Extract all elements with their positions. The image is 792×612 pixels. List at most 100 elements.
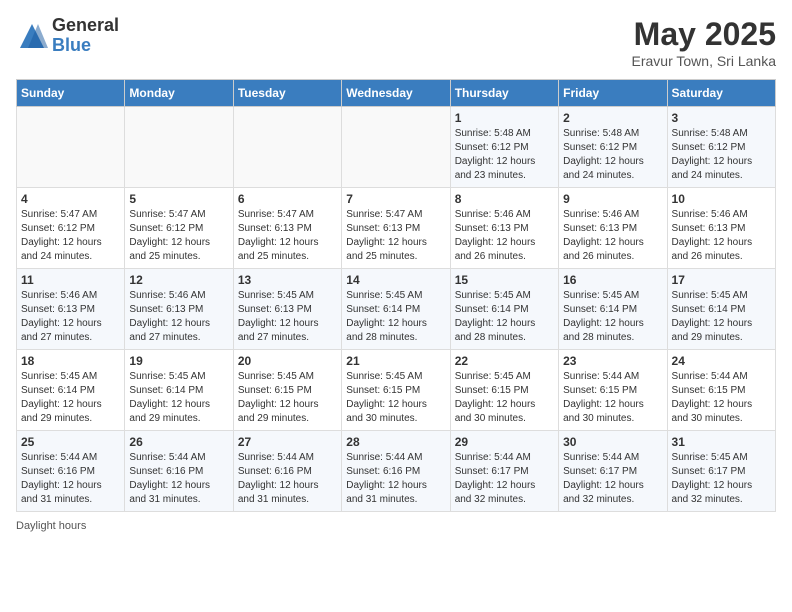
calendar-cell: 1 Sunrise: 5:48 AM Sunset: 6:12 PM Daylig…	[450, 107, 558, 188]
day-number: 17	[672, 273, 771, 287]
calendar-cell: 8 Sunrise: 5:46 AM Sunset: 6:13 PM Daylig…	[450, 188, 558, 269]
calendar-cell: 18Sunrise: 5:45 AM Sunset: 6:14 PM Dayli…	[17, 350, 125, 431]
calendar-cell: 21 Sunrise: 5:45 AM Sunset: 6:15 PM Dayli…	[342, 350, 450, 431]
day-number: 8	[455, 192, 554, 206]
calendar-cell: 14 Sunrise: 5:45 AM Sunset: 6:14 PM Dayli…	[342, 269, 450, 350]
calendar-header: SundayMondayTuesdayWednesdayThursdayFrid…	[17, 80, 776, 107]
day-info: Sunrise: 5:46 AM Sunset: 6:13 PM Dayligh…	[21, 289, 120, 345]
calendar-cell: 24Sunrise: 5:44 AM Sunset: 6:15 PM Dayli…	[667, 350, 775, 431]
day-info: Sunrise: 5:47 AM Sunset: 6:13 PM Dayligh…	[238, 208, 337, 264]
footer-note: Daylight hours	[16, 520, 776, 532]
day-info: Sunrise: 5:45 AM Sunset: 6:14 PM Dayligh…	[455, 289, 554, 345]
day-number: 4	[21, 192, 120, 206]
day-info: Sunrise: 5:45 AM Sunset: 6:17 PM Dayligh…	[672, 451, 771, 507]
day-info: Sunrise: 5:45 AM Sunset: 6:14 PM Dayligh…	[346, 289, 445, 345]
calendar-week-0: 1 Sunrise: 5:48 AM Sunset: 6:12 PM Daylig…	[17, 107, 776, 188]
calendar-cell: 13 Sunrise: 5:45 AM Sunset: 6:13 PM Dayli…	[233, 269, 341, 350]
day-info: Sunrise: 5:46 AM Sunset: 6:13 PM Dayligh…	[455, 208, 554, 264]
month-title: May 2025	[632, 16, 776, 53]
day-info: Sunrise: 5:47 AM Sunset: 6:13 PM Dayligh…	[346, 208, 445, 264]
calendar-cell: 23Sunrise: 5:44 AM Sunset: 6:15 PM Dayli…	[559, 350, 667, 431]
day-info: Sunrise: 5:47 AM Sunset: 6:12 PM Dayligh…	[21, 208, 120, 264]
calendar-cell	[125, 107, 233, 188]
day-number: 2	[563, 111, 662, 125]
day-info: Sunrise: 5:45 AM Sunset: 6:14 PM Dayligh…	[129, 370, 228, 426]
calendar-cell: 16 Sunrise: 5:45 AM Sunset: 6:14 PM Dayli…	[559, 269, 667, 350]
calendar-cell: 22Sunrise: 5:45 AM Sunset: 6:15 PM Dayli…	[450, 350, 558, 431]
day-number: 27	[238, 435, 337, 449]
calendar-cell: 26 Sunrise: 5:44 AM Sunset: 6:16 PM Dayli…	[125, 431, 233, 512]
calendar-cell: 2 Sunrise: 5:48 AM Sunset: 6:12 PM Daylig…	[559, 107, 667, 188]
header-day-wednesday: Wednesday	[342, 80, 450, 107]
calendar-body: 1 Sunrise: 5:48 AM Sunset: 6:12 PM Daylig…	[17, 107, 776, 512]
day-info: Sunrise: 5:48 AM Sunset: 6:12 PM Dayligh…	[563, 127, 662, 183]
header-day-monday: Monday	[125, 80, 233, 107]
location-subtitle: Eravur Town, Sri Lanka	[632, 53, 776, 69]
header-day-tuesday: Tuesday	[233, 80, 341, 107]
calendar-cell	[233, 107, 341, 188]
title-section: May 2025 Eravur Town, Sri Lanka	[632, 16, 776, 69]
calendar-cell: 7Sunrise: 5:47 AM Sunset: 6:13 PM Daylig…	[342, 188, 450, 269]
day-number: 24	[672, 354, 771, 368]
day-number: 25	[21, 435, 120, 449]
calendar-table: SundayMondayTuesdayWednesdayThursdayFrid…	[16, 79, 776, 512]
day-number: 10	[672, 192, 771, 206]
header-day-friday: Friday	[559, 80, 667, 107]
day-info: Sunrise: 5:45 AM Sunset: 6:15 PM Dayligh…	[346, 370, 445, 426]
header-day-thursday: Thursday	[450, 80, 558, 107]
day-info: Sunrise: 5:44 AM Sunset: 6:16 PM Dayligh…	[238, 451, 337, 507]
day-number: 19	[129, 354, 228, 368]
calendar-cell: 17 Sunrise: 5:45 AM Sunset: 6:14 PM Dayli…	[667, 269, 775, 350]
day-info: Sunrise: 5:45 AM Sunset: 6:13 PM Dayligh…	[238, 289, 337, 345]
footer-text: Daylight hours	[16, 520, 86, 532]
day-number: 22	[455, 354, 554, 368]
day-info: Sunrise: 5:46 AM Sunset: 6:13 PM Dayligh…	[563, 208, 662, 264]
logo-general-text: General	[52, 16, 119, 36]
logo-icon	[16, 20, 48, 52]
day-number: 18	[21, 354, 120, 368]
calendar-week-4: 25 Sunrise: 5:44 AM Sunset: 6:16 PM Dayli…	[17, 431, 776, 512]
day-info: Sunrise: 5:46 AM Sunset: 6:13 PM Dayligh…	[672, 208, 771, 264]
day-info: Sunrise: 5:44 AM Sunset: 6:16 PM Dayligh…	[21, 451, 120, 507]
day-number: 5	[129, 192, 228, 206]
calendar-cell: 29Sunrise: 5:44 AM Sunset: 6:17 PM Dayli…	[450, 431, 558, 512]
day-number: 26	[129, 435, 228, 449]
day-number: 20	[238, 354, 337, 368]
day-number: 31	[672, 435, 771, 449]
day-info: Sunrise: 5:44 AM Sunset: 6:16 PM Dayligh…	[129, 451, 228, 507]
calendar-week-2: 11 Sunrise: 5:46 AM Sunset: 6:13 PM Dayli…	[17, 269, 776, 350]
day-info: Sunrise: 5:45 AM Sunset: 6:14 PM Dayligh…	[563, 289, 662, 345]
calendar-cell: 20 Sunrise: 5:45 AM Sunset: 6:15 PM Dayli…	[233, 350, 341, 431]
logo-text: General Blue	[52, 16, 119, 56]
calendar-cell: 3 Sunrise: 5:48 AM Sunset: 6:12 PM Daylig…	[667, 107, 775, 188]
day-number: 23	[563, 354, 662, 368]
page-header: General Blue May 2025 Eravur Town, Sri L…	[16, 16, 776, 69]
calendar-cell: 9 Sunrise: 5:46 AM Sunset: 6:13 PM Daylig…	[559, 188, 667, 269]
day-number: 12	[129, 273, 228, 287]
day-info: Sunrise: 5:45 AM Sunset: 6:14 PM Dayligh…	[672, 289, 771, 345]
calendar-cell: 30Sunrise: 5:44 AM Sunset: 6:17 PM Dayli…	[559, 431, 667, 512]
day-number: 9	[563, 192, 662, 206]
logo-blue-text: Blue	[52, 36, 119, 56]
calendar-cell: 28 Sunrise: 5:44 AM Sunset: 6:16 PM Dayli…	[342, 431, 450, 512]
calendar-cell: 6 Sunrise: 5:47 AM Sunset: 6:13 PM Daylig…	[233, 188, 341, 269]
day-number: 6	[238, 192, 337, 206]
day-number: 13	[238, 273, 337, 287]
calendar-cell: 19 Sunrise: 5:45 AM Sunset: 6:14 PM Dayli…	[125, 350, 233, 431]
day-number: 11	[21, 273, 120, 287]
day-number: 1	[455, 111, 554, 125]
day-number: 28	[346, 435, 445, 449]
day-info: Sunrise: 5:48 AM Sunset: 6:12 PM Dayligh…	[455, 127, 554, 183]
day-number: 3	[672, 111, 771, 125]
day-number: 14	[346, 273, 445, 287]
day-number: 30	[563, 435, 662, 449]
calendar-week-1: 4 Sunrise: 5:47 AM Sunset: 6:12 PM Daylig…	[17, 188, 776, 269]
day-info: Sunrise: 5:45 AM Sunset: 6:15 PM Dayligh…	[238, 370, 337, 426]
day-number: 16	[563, 273, 662, 287]
day-info: Sunrise: 5:44 AM Sunset: 6:16 PM Dayligh…	[346, 451, 445, 507]
day-number: 21	[346, 354, 445, 368]
calendar-week-3: 18 Sunrise: 5:45 AM Sunset: 6:14 PM Dayli…	[17, 350, 776, 431]
day-info: Sunrise: 5:48 AM Sunset: 6:12 PM Dayligh…	[672, 127, 771, 183]
calendar-cell: 12Sunrise: 5:46 AM Sunset: 6:13 PM Dayli…	[125, 269, 233, 350]
day-info: Sunrise: 5:47 AM Sunset: 6:12 PM Dayligh…	[129, 208, 228, 264]
